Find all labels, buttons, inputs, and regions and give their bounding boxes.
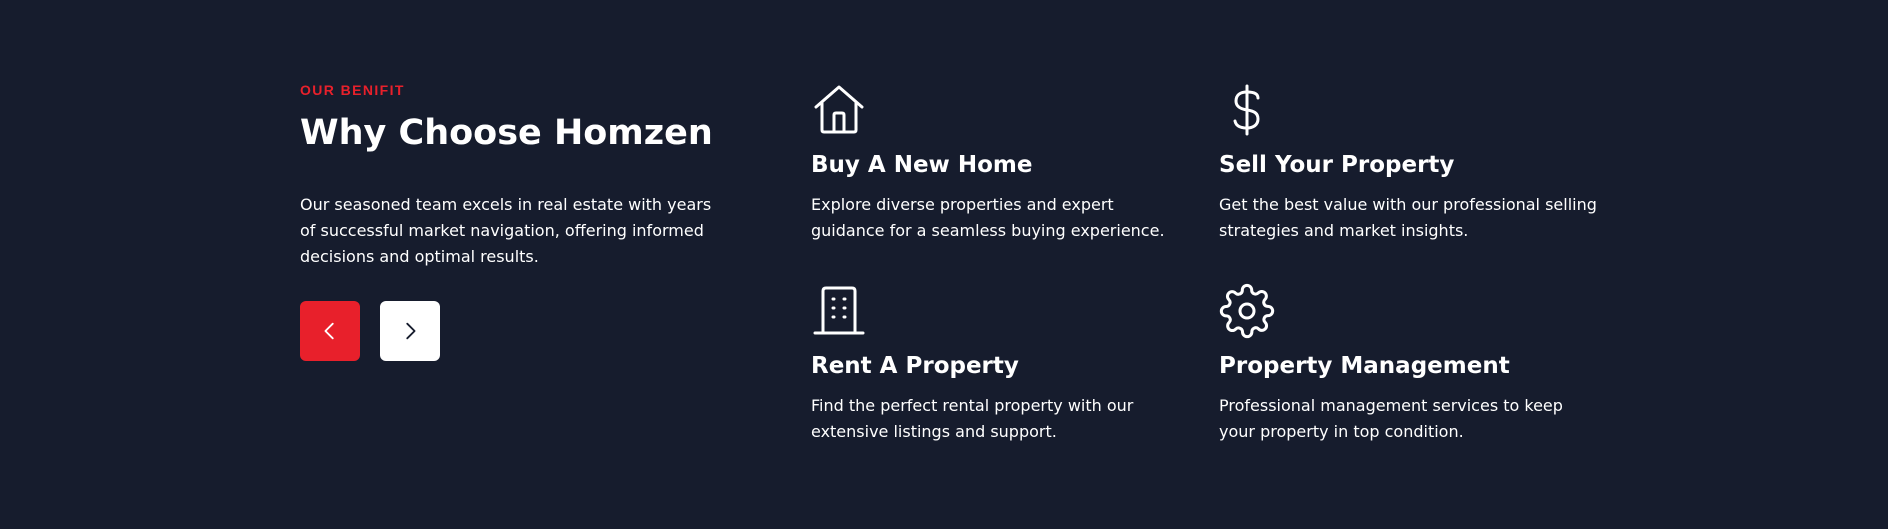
feature-title: Property Management [1219, 353, 1510, 379]
feature-description: Find the perfect rental property with ou… [811, 396, 1134, 441]
gear-icon [1219, 283, 1275, 339]
chevron-right-icon [406, 322, 416, 340]
section-eyebrow: OUR BENIFIT [300, 82, 405, 98]
feature-property-management: Property Management Professional managem… [1219, 283, 1599, 445]
feature-title: Rent A Property [811, 353, 1019, 379]
prev-button[interactable] [300, 301, 360, 361]
carousel-nav [300, 301, 720, 361]
house-icon [814, 85, 864, 134]
feature-buy-home: Buy A New Home Explore diverse propertie… [811, 82, 1191, 244]
feature-sell-property: Sell Your Property Get the best value wi… [1219, 82, 1599, 244]
dollar-icon [1233, 84, 1260, 136]
feature-description: Get the best value with our professional… [1219, 195, 1597, 240]
building-icon [813, 286, 865, 335]
section-description: Our seasoned team excels in real estate … [300, 195, 712, 266]
benefit-intro: OUR BENIFIT Why Choose Homzen Our season… [300, 82, 720, 361]
feature-rent-property: Rent A Property Find the perfect rental … [811, 283, 1191, 445]
section-title: Why Choose Homzen [300, 113, 713, 153]
next-button[interactable] [380, 301, 440, 361]
feature-description: Professional management services to keep… [1219, 396, 1563, 441]
feature-title: Sell Your Property [1219, 152, 1455, 178]
feature-description: Explore diverse properties and expert gu… [811, 195, 1165, 240]
feature-title: Buy A New Home [811, 152, 1033, 178]
chevron-left-icon [324, 322, 334, 340]
